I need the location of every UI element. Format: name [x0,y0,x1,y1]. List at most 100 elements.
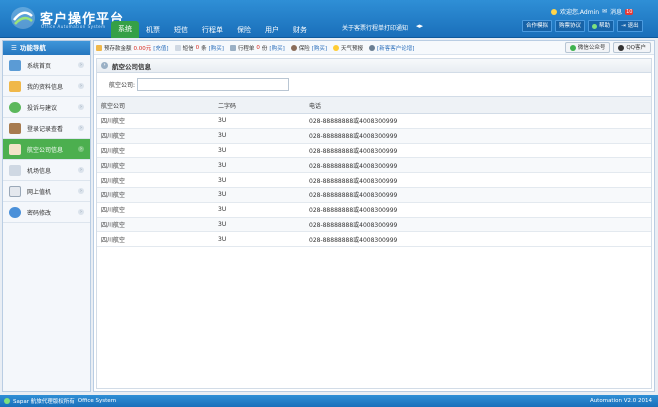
weather-link[interactable]: 天气预报 [341,44,363,52]
tab-tickets[interactable]: 机票 [139,23,167,38]
sidebar-item-label: 机场信息 [27,167,52,175]
column-header-code[interactable]: 二字码 [214,96,305,114]
sidebar-item-feedback[interactable]: 投诉与建议 › [3,97,90,118]
sidebar-item-label: 密码修改 [27,209,52,217]
help-label: 帮助 [599,23,611,29]
tab-insurance[interactable]: 保险 [230,23,258,38]
recharge-link[interactable]: [充值] [153,44,168,52]
agreement-button[interactable]: 购票协议 [555,20,586,32]
chevron-right-icon: › [78,104,84,110]
sms-unit: 条 [201,45,207,52]
column-header-phone[interactable]: 电话 [305,96,651,114]
notice-link[interactable]: 关于客票行程单打印通知 [342,23,408,32]
wechat-button[interactable]: 微信公众号 [564,42,611,53]
chevron-right-icon: › [101,62,108,69]
sms-value: 0 [195,44,200,51]
cell-phone: 028-88888888或4008300999 [305,128,651,144]
column-header-airline[interactable]: 航空公司 [97,96,214,114]
insurance-info: 保险 [购买] [290,44,327,52]
main-nav: 系统 机票 短信 行程单 保险 用户 财务 [111,20,314,38]
cell-phone: 028-88888888或4008300999 [305,172,651,188]
table-row[interactable]: 四川航空 3U 028-88888888或4008300999 [97,157,651,174]
cell-code: 3U [214,202,305,218]
sidebar-item-label: 网上值机 [27,188,52,196]
cell-phone: 028-88888888或4008300999 [305,113,651,129]
sidebar-item-label: 系统首页 [27,62,52,70]
sidebar: ☰ 功能导航 系统首页 › 我的资料信息 › 投诉与建议 › 登录记录查看 › … [2,40,91,392]
wallet-icon [96,44,102,51]
logout-icon: ⇥ [621,23,626,29]
monitor-icon [9,59,21,71]
tab-system[interactable]: 系统 [111,21,139,38]
table-body: 四川航空 3U 028-88888888或4008300999 四川航空 3U 028-… [97,113,651,248]
footer-version: Automation V2.0 2014 [590,398,652,404]
cooperation-button[interactable]: 合作模拟 [522,20,553,32]
help-icon [592,23,598,29]
sidebar-item-home[interactable]: 系统首页 › [3,55,90,76]
tab-finance[interactable]: 财务 [286,23,314,38]
chevron-right-icon: › [78,188,84,194]
deposit-info: 预存款金额 0.00元 [充值] [96,44,169,52]
chevron-right-icon: › [78,125,84,131]
table-row[interactable]: 四川航空 3U 028-88888888或4008300999 [97,202,651,218]
sms-info: 短信 0 条 [购买] [174,44,224,52]
cell-airline: 四川航空 [97,172,214,188]
cell-airline: 四川航空 [97,187,214,203]
cell-airline: 四川航空 [97,157,214,174]
cell-code: 3U [214,143,305,159]
sidebar-item-login-log[interactable]: 登录记录查看 › [3,118,90,139]
footer-copyright: Sapar 航旅代理版权所有 [13,399,75,405]
tab-sms[interactable]: 短信 [167,23,195,38]
table-row[interactable]: 四川航空 3U 028-88888888或4008300999 [97,231,651,248]
quick-buttons: 微信公众号 QQ客户 [564,42,651,53]
logout-label: 退出 [627,23,639,29]
new-customer-link[interactable]: [新客客户论增] [377,44,414,52]
sun-icon [333,44,340,51]
sms-label: 短信 [182,45,194,52]
chevron-right-icon: › [78,146,84,152]
table-row[interactable]: 四川航空 3U 028-88888888或4008300999 [97,172,651,188]
buy-insurance-link[interactable]: [购买] [312,44,327,52]
sidebar-item-profile[interactable]: 我的资料信息 › [3,76,90,97]
sidebar-item-airports[interactable]: 机场信息 › [3,160,90,181]
deposit-label: 预存款金额 [104,45,132,52]
help-button[interactable]: 帮助 [588,20,615,32]
itinerary-label: 行程单 [237,45,255,52]
table-row[interactable]: 四川航空 3U 028-88888888或4008300999 [97,217,651,233]
sidebar-item-checkin[interactable]: 网上值机 › [3,181,90,202]
gear-icon [9,206,21,218]
buy-sms-link[interactable]: [购买] [209,44,224,52]
cell-phone: 028-88888888或4008300999 [305,231,651,248]
sidebar-item-password[interactable]: 密码修改 › [3,202,90,223]
main-content: 预存款金额 0.00元 [充值] 短信 0 条 [购买] 行程单 0 份 [购买… [93,40,655,392]
table-row[interactable]: 四川航空 3U 028-88888888或4008300999 [97,113,651,129]
menu-icon: ☰ [11,44,17,52]
airline-table: 航空公司 二字码 电话 四川航空 3U 028-88888888或400830099… [97,96,651,248]
table-row[interactable]: 四川航空 3U 028-88888888或4008300999 [97,128,651,144]
airline-search-input[interactable] [137,77,290,91]
insurance-label: 保险 [298,45,310,52]
sidebar-item-airlines[interactable]: 航空公司信息 › [3,139,90,160]
cell-airline: 四川航空 [97,143,214,159]
panel-header: › 航空公司信息 [97,59,651,73]
logout-button[interactable]: ⇥ 退出 [617,20,643,32]
table-row[interactable]: 四川航空 3U 028-88888888或4008300999 [97,143,651,159]
version-value: V2.0 2014 [623,398,652,404]
buy-itinerary-link[interactable]: [购买] [269,44,284,52]
notice-arrows-icon[interactable]: ◂▸ [416,22,423,30]
cell-airline: 四川航空 [97,113,214,129]
qq-button[interactable]: QQ客户 [613,42,651,53]
qq-icon [618,44,625,51]
mail-icon[interactable]: ✉ [602,8,607,15]
wechat-icon [569,44,576,51]
tab-users[interactable]: 用户 [258,23,286,38]
airline-search-label: 航空公司: [109,81,136,89]
tab-itinerary[interactable]: 行程单 [195,23,230,38]
cell-airline: 四川航空 [97,202,214,218]
message-count-badge: 10 [625,8,634,15]
weather-info[interactable]: 天气预报 [333,44,363,52]
panel-title: 航空公司信息 [112,62,151,71]
table-row[interactable]: 四川航空 3U 028-88888888或4008300999 [97,187,651,203]
chevron-right-icon: › [78,167,84,173]
messages-link[interactable]: 消息 [610,7,622,16]
